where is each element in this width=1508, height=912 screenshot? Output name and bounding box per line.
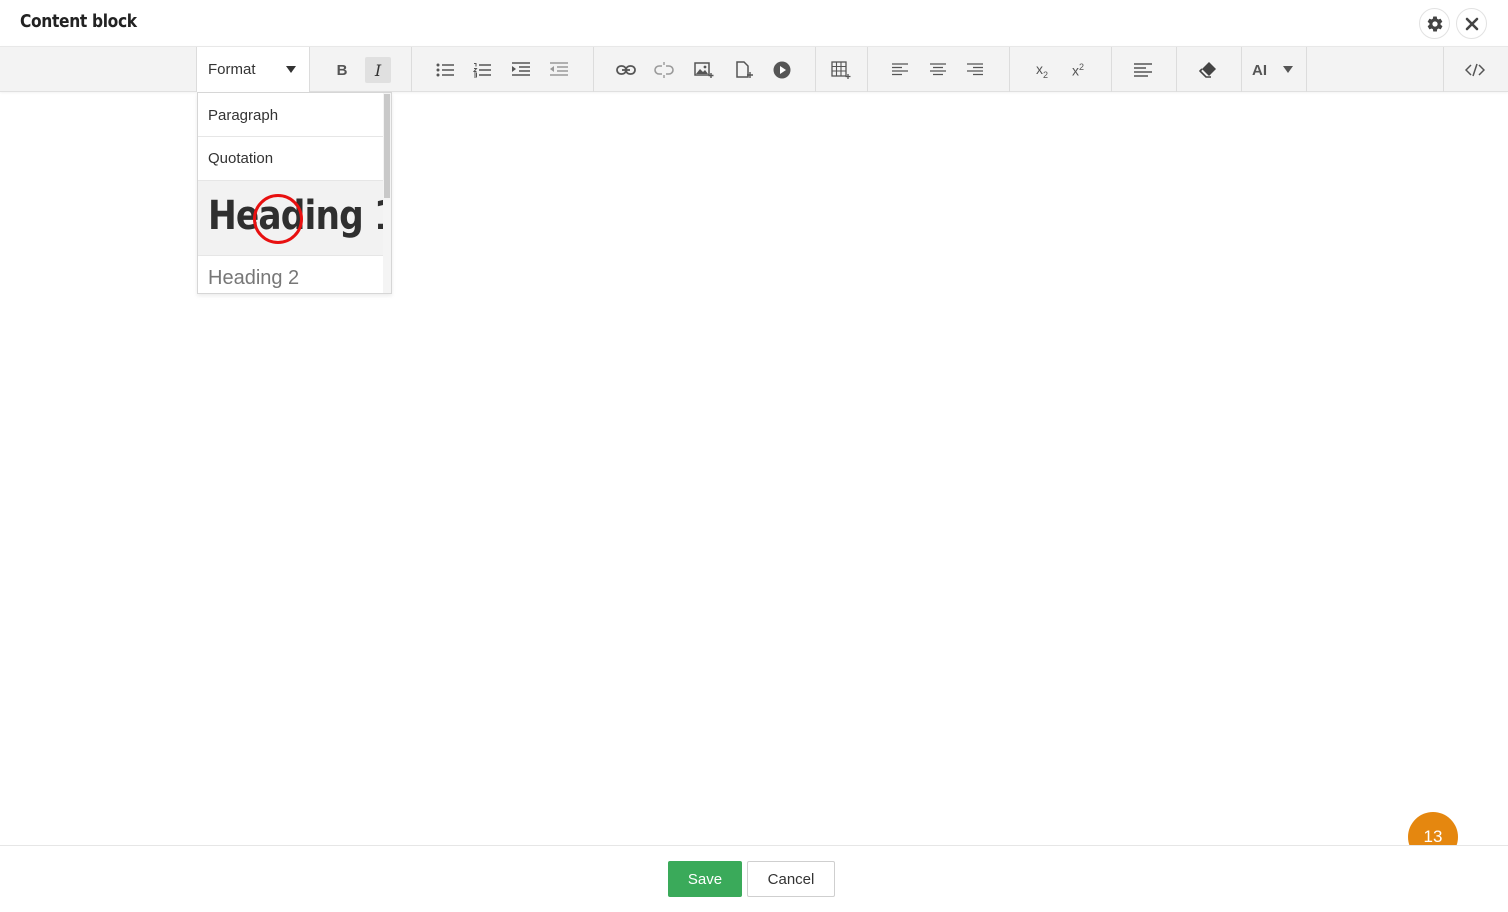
cancel-button[interactable]: Cancel: [747, 861, 835, 897]
insert-table-button[interactable]: [828, 57, 854, 83]
gear-icon: [1427, 15, 1442, 32]
save-button[interactable]: Save: [668, 861, 742, 897]
file-icon: [736, 61, 753, 78]
align-right-button[interactable]: [962, 57, 988, 83]
caret-down-icon: [286, 66, 296, 73]
eraser-icon: [1199, 62, 1216, 78]
align-left-button[interactable]: [887, 57, 913, 83]
paragraph-icon: [1134, 63, 1152, 77]
link-icon: [616, 65, 636, 75]
toolbar-divider: [1176, 47, 1177, 92]
unlink-button[interactable]: [651, 57, 677, 83]
toolbar-divider: [1306, 47, 1307, 92]
italic-button[interactable]: I: [365, 57, 391, 83]
image-icon: [694, 62, 714, 78]
close-icon: [1465, 17, 1478, 30]
dialog-header: Content block: [0, 0, 1508, 46]
toolbar-divider: [867, 47, 868, 92]
link-button[interactable]: [613, 57, 639, 83]
numbered-list-icon: [473, 63, 491, 78]
toolbar-divider: [815, 47, 816, 92]
code-icon: [1465, 63, 1485, 77]
caret-down-icon: [1283, 66, 1293, 73]
align-center-button[interactable]: [925, 57, 951, 83]
numbered-list-button[interactable]: [469, 57, 495, 83]
format-label: Format: [208, 61, 256, 78]
toolbar-divider: [196, 47, 197, 92]
format-dropdown-button[interactable]: Format: [197, 47, 309, 92]
dialog-title: Content block: [20, 11, 137, 32]
table-icon: [831, 61, 851, 79]
italic-icon: I: [374, 60, 382, 80]
toolbar-divider: [593, 47, 594, 92]
play-icon: [773, 61, 791, 79]
toolbar-divider: [1443, 47, 1444, 92]
toolbar-divider: [411, 47, 412, 92]
insert-file-button[interactable]: [731, 57, 757, 83]
indent-button[interactable]: [508, 57, 534, 83]
clear-formatting-button[interactable]: [1195, 57, 1221, 83]
bold-icon: B: [336, 61, 348, 79]
editor-toolbar: Format B I x2 x2 AI: [0, 46, 1508, 92]
indent-icon: [512, 62, 530, 76]
superscript-button[interactable]: x2: [1065, 57, 1091, 83]
close-button[interactable]: [1456, 8, 1487, 39]
insert-image-button[interactable]: [691, 57, 717, 83]
bullet-list-icon: [436, 63, 454, 77]
align-right-icon: [967, 63, 983, 76]
toolbar-divider: [1009, 47, 1010, 92]
subscript-button[interactable]: x2: [1029, 57, 1055, 83]
source-code-button[interactable]: [1462, 57, 1488, 83]
superscript-icon: x2: [1071, 61, 1084, 79]
subscript-icon: x2: [1035, 60, 1048, 80]
ai-label: AI: [1252, 62, 1267, 79]
align-center-icon: [930, 63, 946, 76]
bullet-list-button[interactable]: [432, 57, 458, 83]
toolbar-divider: [309, 47, 310, 92]
ai-dropdown-button[interactable]: AI: [1242, 47, 1306, 92]
settings-button[interactable]: [1419, 8, 1450, 39]
bold-button[interactable]: B: [329, 57, 355, 83]
insert-video-button[interactable]: [769, 57, 795, 83]
toolbar-divider: [1111, 47, 1112, 92]
align-left-icon: [892, 63, 908, 76]
outdent-button[interactable]: [546, 57, 572, 83]
paragraph-format-button[interactable]: [1130, 57, 1156, 83]
editor-content-area[interactable]: [0, 93, 1508, 845]
outdent-icon: [550, 62, 568, 76]
unlink-icon: [654, 62, 674, 78]
